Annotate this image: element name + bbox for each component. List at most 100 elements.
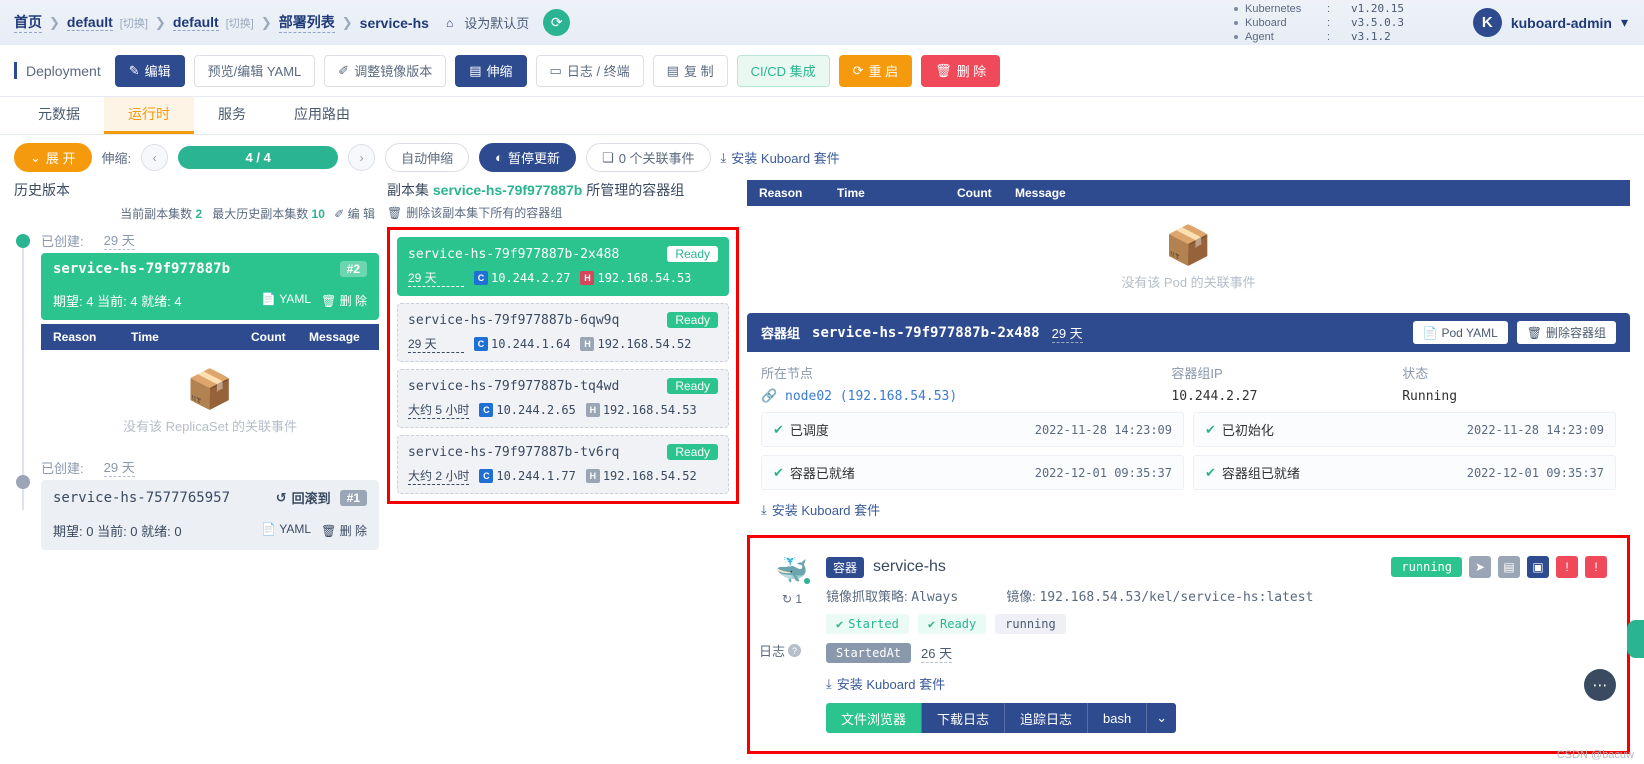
restart-count-value: 1 xyxy=(795,592,803,606)
restart-label: 重 启 xyxy=(868,64,899,79)
container-actions: running ➤ ▤ ▣ ! ! xyxy=(1391,556,1607,578)
container-install-suite-link[interactable]: ⤓ 安装 Kuboard 套件 xyxy=(826,674,1607,693)
logs-terminal-button[interactable]: ▭ 日志 / 终端 xyxy=(535,54,644,87)
delete-button[interactable]: 🗑 删 除 xyxy=(921,54,1001,87)
replica-count-bar[interactable]: 4 / 4 xyxy=(178,146,339,169)
pod-age[interactable]: 29 天 xyxy=(408,335,464,353)
edit-button[interactable]: ✎ 编辑 xyxy=(114,54,185,87)
info-icon[interactable]: ! xyxy=(1556,556,1578,578)
namespace-switch-link[interactable]: [切换] xyxy=(226,15,254,31)
pod-yaml-button[interactable]: 📄 Pod YAML xyxy=(1412,321,1508,344)
user-menu[interactable]: K kuboard-admin ▾ xyxy=(1472,8,1628,37)
rs-yaml-label: YAML xyxy=(279,522,312,536)
col-time: Time xyxy=(837,186,865,200)
replicaset-card-old[interactable]: service-hs-7577765957 ↺ 回滚到 #1 期望: 0 当前:… xyxy=(41,480,379,550)
shell-button[interactable]: bash xyxy=(1087,703,1147,733)
cluster-version-row: Kubernetes : v1.20.15 xyxy=(1234,2,1404,16)
pod-card[interactable]: service-hs-79f977887b-tq4wd Ready 大约 5 小… xyxy=(397,369,729,428)
pod-age[interactable]: 大约 2 小时 xyxy=(408,467,470,485)
replicaset-card-active[interactable]: service-hs-79f977887b #2 期望: 4 当前: 4 就绪:… xyxy=(41,253,379,320)
pod-install-suite-link[interactable]: ⤓ 安装 Kuboard 套件 xyxy=(761,500,1616,519)
side-drawer-handle[interactable] xyxy=(1627,620,1644,658)
rs-age[interactable]: 29 天 xyxy=(103,230,135,250)
tab-ingress[interactable]: 应用路由 xyxy=(270,97,374,134)
current-rs-label: 当前副本集数 xyxy=(120,207,193,221)
scale-increase-button[interactable]: › xyxy=(348,144,376,171)
rollback-icon: ↺ xyxy=(275,489,287,505)
preview-yaml-button[interactable]: 预览/编辑 YAML xyxy=(193,54,316,87)
pod-status-badge: Ready xyxy=(667,312,718,328)
pod-detail-age[interactable]: 29 天 xyxy=(1051,323,1083,343)
history-edit-button[interactable]: ✐ 编 辑 xyxy=(334,207,375,221)
rs-events-header: Reason Time Count Message xyxy=(41,324,379,350)
logs-label: 日志 ? xyxy=(759,641,802,660)
rs-delete-button[interactable]: 🗑 删 除 xyxy=(321,522,367,539)
detail-tabs: 元数据 运行时 服务 应用路由 xyxy=(0,97,1644,135)
related-events-button[interactable]: ❏ 0 个关联事件 xyxy=(586,143,711,172)
cluster-switch-link[interactable]: [切换] xyxy=(120,15,148,31)
restart-button[interactable]: ⟳ 重 启 xyxy=(838,54,913,87)
more-actions-fab[interactable]: ⋯ xyxy=(1584,669,1616,701)
pod-delete-button[interactable]: 🗑 删除容器组 xyxy=(1516,321,1616,344)
pause-update-button[interactable]: ◐ 暂停更新 xyxy=(479,143,577,172)
rs-rollback-button[interactable]: ↺ 回滚到 xyxy=(276,488,331,507)
scale-decrease-button[interactable]: ‹ xyxy=(141,144,169,171)
container-tag: 容器 xyxy=(826,556,865,578)
pod-events-header: Reason Time Count Message xyxy=(747,180,1630,206)
help-icon[interactable]: ? xyxy=(788,644,802,657)
pod-ip-value: 10.244.2.27 xyxy=(1171,389,1258,404)
breadcrumb-item-cluster[interactable]: default xyxy=(66,14,113,31)
startedat-value[interactable]: 26 天 xyxy=(921,643,953,663)
empty-box-icon: 📦 xyxy=(1164,225,1213,267)
pod-age[interactable]: 29 天 xyxy=(408,269,464,287)
set-default-page-link[interactable]: 设为默认页 xyxy=(464,13,529,32)
kubernetes-label: Kubernetes xyxy=(1245,3,1302,15)
breadcrumb-item-namespace[interactable]: default xyxy=(172,14,219,31)
rs-created-label: 已创建: xyxy=(41,460,84,476)
pod-list-title: 副本集 service-hs-79f977887b 所管理的容器组 xyxy=(387,180,739,200)
col-count: Count xyxy=(251,330,286,344)
refresh-icon[interactable]: ⟳ xyxy=(543,9,571,36)
adjust-image-button[interactable]: ✐ 调整镜像版本 xyxy=(324,54,447,87)
scale-label: 伸缩 xyxy=(486,64,513,79)
pod-card-selected[interactable]: service-hs-79f977887b-2x488 Ready 29 天 C… xyxy=(397,237,729,296)
autoscale-button[interactable]: 自动伸缩 xyxy=(385,143,470,172)
database-icon[interactable]: ▣ xyxy=(1527,556,1549,578)
follow-logs-button[interactable]: 追踪日志 xyxy=(1004,703,1088,733)
download-logs-button[interactable]: 下载日志 xyxy=(921,703,1005,733)
rs-age[interactable]: 29 天 xyxy=(103,457,135,477)
tab-metadata[interactable]: 元数据 xyxy=(14,97,104,134)
cicd-button[interactable]: CI/CD 集成 xyxy=(736,54,830,87)
pod-list-highlight-box: service-hs-79f977887b-2x488 Ready 29 天 C… xyxy=(387,227,739,504)
file-browser-button[interactable]: 文件浏览器 xyxy=(826,703,922,733)
check-icon: ✔ xyxy=(773,464,784,480)
copy-button[interactable]: ▤ 复 制 xyxy=(652,54,728,87)
delete-all-pods-link[interactable]: 🗑 删除该副本集下所有的容器组 xyxy=(387,204,739,221)
tab-services[interactable]: 服务 xyxy=(194,97,270,134)
send-icon[interactable]: ➤ xyxy=(1469,556,1491,578)
install-kuboard-suite-link[interactable]: ⤓ 安装 Kuboard 套件 xyxy=(721,148,840,167)
pod-card[interactable]: service-hs-79f977887b-tv6rq Ready 大约 2 小… xyxy=(397,435,729,494)
chevron-down-icon[interactable]: ⌄ xyxy=(1146,703,1177,733)
expand-button[interactable]: ⌄ 展 开 xyxy=(14,143,92,172)
pod-card[interactable]: service-hs-79f977887b-6qw9q Ready 29 天 C… xyxy=(397,303,729,362)
lock-icon[interactable]: ▤ xyxy=(1498,556,1520,578)
scale-button[interactable]: ▤ 伸缩 xyxy=(455,54,527,87)
breadcrumb-item-deployment-list[interactable]: 部署列表 xyxy=(278,12,335,33)
tab-runtime[interactable]: 运行时 xyxy=(104,97,194,134)
rs-delete-button[interactable]: 🗑 删 除 xyxy=(321,292,367,309)
scale-icon: ▤ xyxy=(469,62,482,78)
node-link[interactable]: 🔗 node02 (192.168.54.53) xyxy=(761,389,1171,404)
download-icon: ⤓ xyxy=(826,675,832,691)
check-icon: ✔ xyxy=(773,421,784,437)
host-ip-value: 192.168.54.53 xyxy=(597,271,692,285)
info-icon[interactable]: ! xyxy=(1585,556,1607,578)
user-name: kuboard-admin xyxy=(1510,14,1612,31)
rs-yaml-button[interactable]: 📄 YAML xyxy=(261,292,311,309)
col-message: Message xyxy=(1015,186,1066,200)
rs-name: service-hs-79f977887b xyxy=(53,261,231,277)
pod-age[interactable]: 大约 5 小时 xyxy=(408,401,470,419)
rs-yaml-button[interactable]: 📄 YAML xyxy=(261,522,311,539)
breadcrumb-item-home[interactable]: 首页 xyxy=(14,12,42,33)
check-icon: ✔ xyxy=(1205,464,1216,480)
